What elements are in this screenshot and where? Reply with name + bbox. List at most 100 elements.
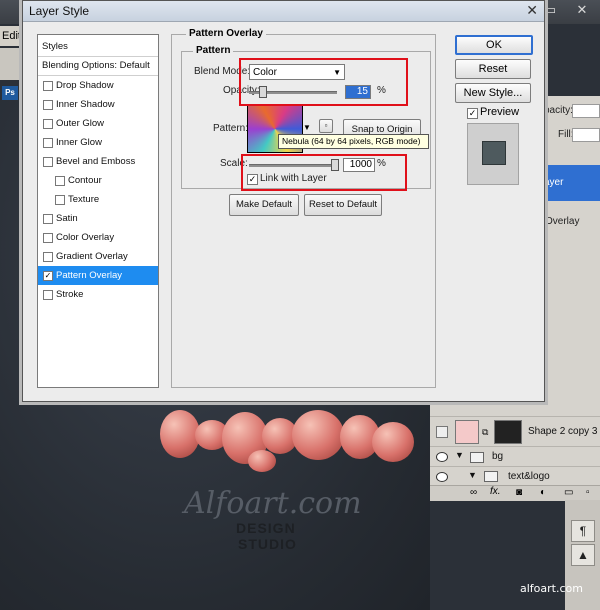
list-item-label: Inner Shadow — [56, 99, 115, 110]
panel-opacity-field[interactable] — [572, 104, 600, 118]
new-preset-icon[interactable]: ▫ — [319, 119, 333, 133]
list-item-label: Texture — [68, 194, 100, 205]
style-item-stroke[interactable]: Stroke — [38, 285, 158, 304]
list-item-label: Gradient Overlay — [56, 251, 128, 262]
artwork-blob — [160, 410, 200, 458]
style-item-inner-shadow[interactable]: Inner Shadow — [38, 95, 158, 114]
list-item-label: Pattern Overlay — [56, 270, 122, 281]
checkbox[interactable] — [43, 233, 53, 243]
mask-icon[interactable]: ◙ — [516, 487, 522, 498]
styles-header[interactable]: Styles — [38, 37, 158, 57]
fx-icon[interactable]: fx. — [490, 486, 501, 497]
list-item-label: Bevel and Emboss — [56, 156, 136, 167]
image-icon[interactable]: ▲ — [571, 544, 595, 566]
studio-text: STUDIO — [238, 536, 297, 552]
adjustment-icon[interactable]: ◐ — [540, 487, 546, 498]
highlight-box — [239, 58, 408, 106]
eye-icon[interactable] — [436, 452, 448, 462]
style-item-bevel-emboss[interactable]: Bevel and Emboss — [38, 152, 158, 171]
new-layer-icon[interactable]: ▫ — [586, 487, 590, 498]
list-item-label: Satin — [56, 213, 78, 224]
list-item-label: Outer Glow — [56, 118, 105, 129]
checkbox[interactable] — [43, 81, 53, 91]
layers-panel-footer: ∞ fx. ◙ ◐ ▭ ▫ — [430, 485, 600, 501]
preview-label: Preview — [480, 106, 520, 118]
style-item-color-overlay[interactable]: Color Overlay — [38, 228, 158, 247]
chevron-down-icon[interactable]: ▼ — [455, 450, 464, 460]
blending-options-item[interactable]: Blending Options: Default — [38, 56, 158, 76]
list-item-label: Styles — [42, 41, 68, 52]
list-item-label: Color Overlay — [56, 232, 115, 243]
effect-pattern-overlay-row[interactable]: Overlay — [545, 216, 600, 227]
layer-row-shape[interactable]: ⧉ Shape 2 copy 3 — [430, 416, 600, 447]
preview-thumbnail — [467, 123, 519, 185]
artwork-blob — [372, 422, 414, 462]
checkbox[interactable] — [55, 195, 65, 205]
panel-fill-field[interactable] — [572, 128, 600, 142]
layer-name: Shape 2 copy 3 — [528, 426, 598, 437]
preview-swatch — [482, 141, 506, 165]
checkbox[interactable] — [55, 176, 65, 186]
photoshop-logo-icon: Ps — [2, 86, 18, 100]
artwork-blob — [292, 410, 344, 460]
style-item-outer-glow[interactable]: Outer Glow — [38, 114, 158, 133]
style-item-pattern-overlay[interactable]: ✓ Pattern Overlay — [38, 266, 158, 285]
close-app-icon[interactable]: ✕ — [572, 2, 592, 18]
pattern-label: Pattern: — [213, 123, 249, 134]
list-item-label: Contour — [68, 175, 102, 186]
checkbox[interactable] — [43, 100, 53, 110]
ok-button[interactable]: OK — [455, 35, 533, 55]
list-item-label: Stroke — [56, 289, 84, 300]
list-item-label: Drop Shadow — [56, 80, 114, 91]
folder-icon — [470, 452, 484, 463]
style-item-satin[interactable]: Satin — [38, 209, 158, 228]
design-text: DESIGN — [236, 520, 296, 536]
close-icon[interactable]: ✕ — [526, 2, 538, 19]
chevron-down-icon[interactable]: ▼ — [468, 470, 477, 480]
style-item-inner-glow[interactable]: Inner Glow — [38, 133, 158, 152]
options-bar — [0, 48, 24, 80]
checkbox[interactable] — [43, 138, 53, 148]
visibility-box-icon[interactable] — [436, 426, 448, 438]
checkbox-checked[interactable]: ✓ — [43, 271, 53, 281]
preview-checkbox[interactable]: ✓ — [467, 108, 478, 119]
style-item-gradient-overlay[interactable]: Gradient Overlay — [38, 247, 158, 266]
folder-icon[interactable]: ▭ — [564, 487, 573, 498]
layer-name: text&logo — [508, 471, 550, 482]
layer-style-dialog: Layer Style ✕ Styles Blending Options: D… — [22, 0, 545, 402]
layer-thumbnail — [455, 420, 479, 444]
reset-to-default-button[interactable]: Reset to Default — [304, 194, 382, 216]
checkbox[interactable] — [43, 214, 53, 224]
layer-row-bg[interactable]: ▼ bg — [430, 446, 600, 467]
style-item-drop-shadow[interactable]: Drop Shadow — [38, 76, 158, 95]
group-title: Pattern Overlay — [186, 28, 266, 39]
paragraph-icon[interactable]: ¶ — [571, 520, 595, 542]
layer-mask-thumbnail — [494, 420, 522, 444]
list-item-label: Inner Glow — [56, 137, 102, 148]
checkbox[interactable] — [43, 252, 53, 262]
style-item-texture[interactable]: Texture — [38, 190, 158, 209]
dialog-title-bar[interactable]: Layer Style ✕ — [23, 1, 544, 22]
artwork-blob — [248, 450, 276, 472]
link-layers-icon[interactable]: ∞ — [470, 487, 477, 498]
checkbox[interactable] — [43, 290, 53, 300]
new-style-button[interactable]: New Style... — [455, 83, 531, 103]
checkbox[interactable] — [43, 157, 53, 167]
style-item-contour[interactable]: Contour — [38, 171, 158, 190]
link-icon: ⧉ — [482, 427, 489, 437]
layer-row-textlogo[interactable]: ▼ text&logo — [430, 466, 600, 486]
selected-layer-row[interactable]: ayer — [540, 165, 600, 201]
pattern-tooltip: Nebula (64 by 64 pixels, RGB mode) — [278, 134, 429, 149]
watermark-text: Alfoart.com — [184, 486, 362, 521]
checkbox[interactable] — [43, 119, 53, 129]
eye-icon[interactable] — [436, 472, 448, 482]
list-item-label: Blending Options: Default — [42, 60, 150, 71]
layer-name: bg — [492, 451, 504, 462]
credit-text: alfoart.com — [520, 582, 583, 595]
highlight-box — [241, 154, 407, 191]
dialog-title: Layer Style — [29, 4, 90, 18]
chevron-down-icon[interactable]: ▼ — [303, 123, 311, 132]
section-title: Pattern — [193, 45, 234, 56]
reset-button[interactable]: Reset — [455, 59, 531, 79]
make-default-button[interactable]: Make Default — [229, 194, 299, 216]
